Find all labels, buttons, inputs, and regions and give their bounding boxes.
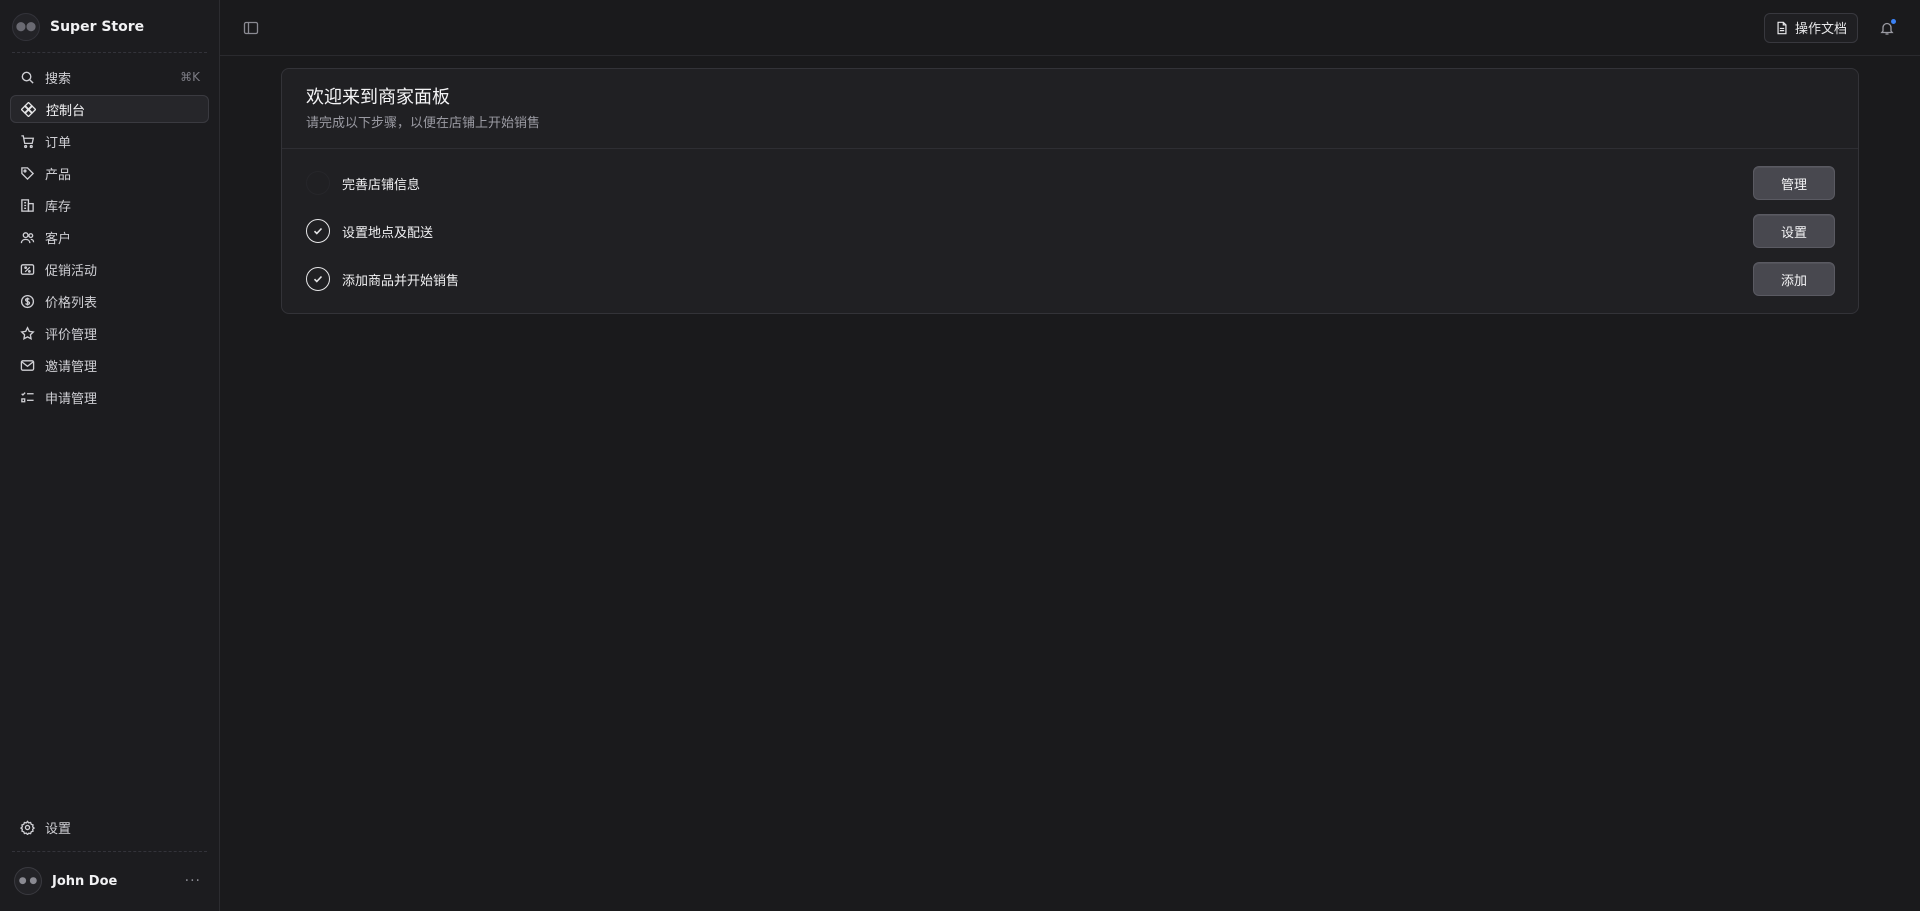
dashboard-icon [20, 101, 36, 117]
sidebar-item-settings[interactable]: 设置 [10, 813, 209, 841]
sidebar-item-label: 促销活动 [45, 263, 98, 279]
content: 欢迎来到商家面板 请完成以下步骤，以便在店铺上开始销售 完善店铺信息 管理 设置… [220, 56, 1920, 314]
notification-dot [1891, 18, 1896, 24]
step-store-info: 完善店铺信息 管理 [306, 163, 1835, 203]
docs-button[interactable]: 操作文档 [1763, 12, 1858, 43]
envelope-icon [19, 357, 35, 373]
sidebar: ⬤⬤ Super Store 搜索 ⌘K 控制台 订单 产品 库存 客户 促销活… [0, 0, 220, 911]
sidebar-item-promotions[interactable]: 促销活动 [10, 255, 209, 283]
welcome-card: 欢迎来到商家面板 请完成以下步骤，以便在店铺上开始销售 完善店铺信息 管理 设置… [281, 68, 1859, 314]
sidebar-item-requests[interactable]: 申请管理 [10, 383, 209, 411]
sidebar-item-label: 产品 [45, 167, 72, 183]
sidebar-toggle-button[interactable] [238, 15, 264, 41]
user-menu[interactable]: ● ● John Doe ··· [10, 851, 209, 911]
step-pending-icon [306, 171, 330, 195]
app-root: ⬤⬤ Super Store 搜索 ⌘K 控制台 订单 产品 库存 客户 促销活… [0, 0, 1920, 911]
store-name: Super Store [50, 18, 145, 35]
document-icon [1777, 21, 1787, 34]
step-label: 完善店铺信息 [342, 177, 421, 193]
add-button[interactable]: 添加 [1753, 262, 1835, 296]
sidebar-item-inventory[interactable]: 库存 [10, 191, 209, 219]
sidebar-item-label: 客户 [45, 231, 72, 247]
search-shortcut: ⌘K [180, 70, 200, 84]
sidebar-item-dashboard[interactable]: 控制台 [10, 95, 209, 123]
star-icon [19, 325, 35, 341]
search-label: 搜索 [45, 71, 72, 87]
users-icon [19, 229, 35, 245]
step-add-products: 添加商品并开始销售 添加 [306, 259, 1835, 299]
check-circle-icon [306, 267, 330, 291]
sidebar-item-label: 邀请管理 [45, 359, 98, 375]
card-header: 欢迎来到商家面板 请完成以下步骤，以便在店铺上开始销售 [282, 69, 1858, 149]
store-switcher[interactable]: ⬤⬤ Super Store [0, 0, 219, 53]
sidebar-nav: 搜索 ⌘K 控制台 订单 产品 库存 客户 促销活动 价格列表 评价管理 邀请管… [0, 53, 219, 421]
sidebar-item-price-lists[interactable]: 价格列表 [10, 287, 209, 315]
user-name: John Doe [52, 873, 118, 889]
currency-dollar-icon [19, 293, 35, 309]
sidebar-item-reviews[interactable]: 评价管理 [10, 319, 209, 347]
docs-button-label: 操作文档 [1794, 22, 1847, 37]
tag-icon [19, 165, 35, 181]
sidebar-item-label: 控制台 [46, 103, 86, 119]
sidebar-item-orders[interactable]: 订单 [10, 127, 209, 155]
sidebar-item-label: 申请管理 [45, 391, 98, 407]
sidebar-item-label: 订单 [45, 135, 72, 151]
step-label: 添加商品并开始销售 [342, 273, 460, 289]
sidebar-item-customers[interactable]: 客户 [10, 223, 209, 251]
step-locations-shipping: 设置地点及配送 设置 [306, 211, 1835, 251]
store-avatar: ⬤⬤ [12, 12, 40, 41]
sidebar-item-label: 评价管理 [45, 327, 98, 343]
step-label: 设置地点及配送 [342, 225, 434, 241]
manage-button[interactable]: 管理 [1753, 166, 1835, 200]
search-button[interactable]: 搜索 ⌘K [10, 63, 209, 91]
check-circle-icon [306, 219, 330, 243]
sidebar-item-products[interactable]: 产品 [10, 159, 209, 187]
gear-icon [19, 819, 35, 835]
topbar: 操作文档 [220, 0, 1920, 56]
search-icon [19, 69, 35, 85]
settings-label: 设置 [45, 821, 72, 837]
sidebar-item-label: 库存 [45, 199, 72, 215]
buildings-icon [19, 197, 35, 213]
cart-icon [19, 133, 35, 149]
sidebar-footer: 设置 ● ● John Doe ··· [0, 813, 219, 911]
checklist-icon [19, 389, 35, 405]
avatar: ● ● [14, 867, 42, 895]
notifications-button[interactable] [1872, 13, 1902, 43]
sidebar-item-invites[interactable]: 邀请管理 [10, 351, 209, 379]
setup-steps: 完善店铺信息 管理 设置地点及配送 设置 添加商品并开始销售 添加 [282, 149, 1858, 313]
setup-button[interactable]: 设置 [1753, 214, 1835, 248]
receipt-percent-icon [19, 261, 35, 277]
page-subtitle: 请完成以下步骤，以便在店铺上开始销售 [306, 116, 541, 131]
sidebar-item-label: 价格列表 [45, 295, 98, 311]
sidebar-toggle-icon [243, 21, 259, 34]
main-area: 操作文档 欢迎来到商家面板 请完成以下步骤，以便在店铺上开始销售 完善店铺信息 … [220, 0, 1920, 911]
more-options-button[interactable]: ··· [181, 871, 205, 891]
page-title: 欢迎来到商家面板 [306, 87, 450, 108]
